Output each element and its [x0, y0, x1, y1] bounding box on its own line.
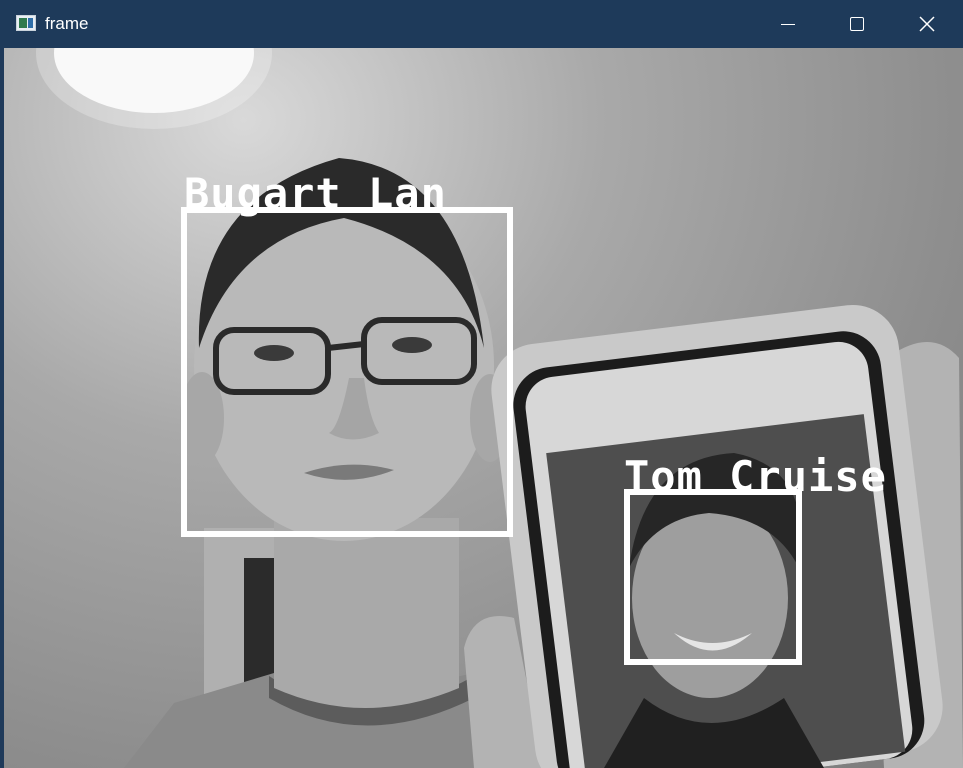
- camera-frame: Bugart Lan Tom Cruise: [4, 48, 963, 768]
- close-icon: [919, 16, 935, 32]
- window-title: frame: [45, 14, 89, 33]
- face-box-2: [624, 489, 802, 665]
- minimize-button[interactable]: [753, 0, 823, 48]
- title-bar: frame: [0, 0, 963, 48]
- app-icon: [16, 15, 36, 31]
- face-box-1: [181, 207, 513, 537]
- minimize-icon: [781, 23, 795, 25]
- maximize-icon: [850, 17, 864, 31]
- close-button[interactable]: [892, 0, 962, 48]
- maximize-button[interactable]: [822, 0, 892, 48]
